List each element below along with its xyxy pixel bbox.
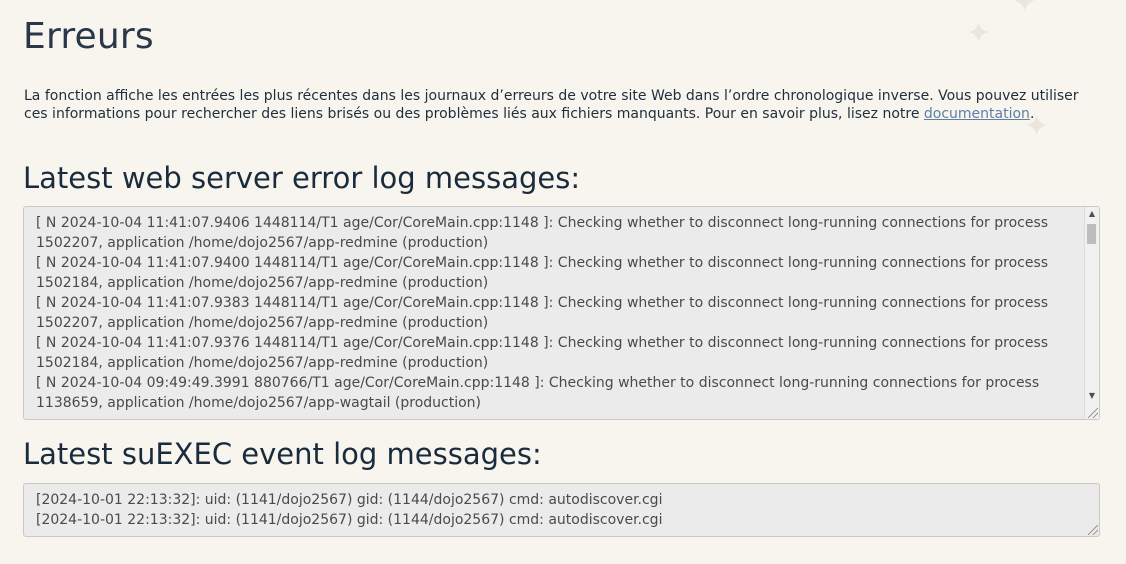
log-line: [ N 2024-10-04 11:41:07.9400 1448114/T1 … [36, 255, 1049, 291]
sparkle-icon: ✦ [1012, 0, 1038, 20]
page-title: Erreurs [23, 16, 154, 57]
log-line: [ N 2024-10-04 11:41:07.9376 1448114/T1 … [36, 335, 1049, 371]
web-error-log-title: Latest web server error log messages: [23, 161, 581, 195]
web-error-log-content: [ N 2024-10-04 11:41:07.9406 1448114/T1 … [24, 207, 1086, 413]
intro-text: La fonction affiche les entrées les plus… [24, 87, 1104, 123]
log-line: [ N 2024-10-04 11:41:07.9383 1448114/T1 … [36, 295, 1049, 331]
log-line: [ N 2024-10-04 11:41:07.9406 1448114/T1 … [36, 215, 1049, 251]
suexec-log-title: Latest suEXEC event log messages: [23, 437, 542, 471]
documentation-link[interactable]: documentation [924, 106, 1030, 122]
scroll-thumb[interactable] [1087, 224, 1096, 244]
suexec-log-textarea[interactable]: [2024-10-01 22:13:32]: uid: (1141/dojo25… [23, 483, 1100, 537]
web-log-scrollbar[interactable]: ▲ ▼ [1084, 207, 1099, 419]
log-line: [2024-10-01 22:13:32]: uid: (1141/dojo25… [36, 512, 663, 528]
log-line: [2024-10-01 22:13:32]: uid: (1141/dojo25… [36, 492, 663, 508]
web-error-log-textarea[interactable]: [ N 2024-10-04 11:41:07.9406 1448114/T1 … [23, 206, 1100, 420]
intro-body: La fonction affiche les entrées les plus… [24, 88, 1079, 122]
scroll-up-arrow-icon[interactable]: ▲ [1085, 207, 1099, 221]
sparkle-icon: ✦ [966, 16, 992, 51]
log-line: [ N 2024-10-04 09:49:49.3991 880766/T1 a… [36, 375, 1040, 411]
scroll-down-arrow-icon[interactable]: ▼ [1085, 389, 1099, 403]
resize-grip-icon[interactable] [1088, 408, 1098, 418]
resize-grip-icon[interactable] [1088, 525, 1098, 535]
suexec-log-content: [2024-10-01 22:13:32]: uid: (1141/dojo25… [24, 484, 1086, 530]
intro-suffix: . [1029, 106, 1035, 122]
